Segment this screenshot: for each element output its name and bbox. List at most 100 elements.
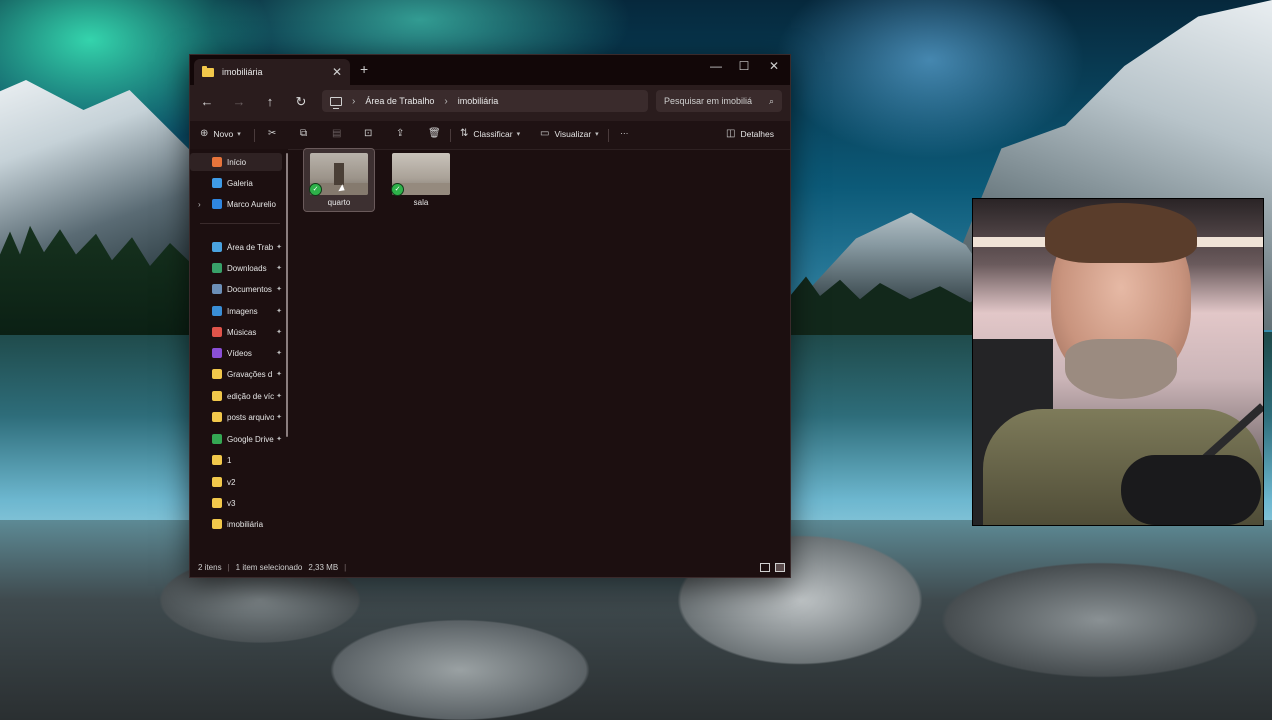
file-explorer-window: imobiliária ✕ + — ☐ ✕ ← → ↑ ↻ › Área de …	[189, 54, 791, 578]
share-icon[interactable]: ⇪	[396, 128, 409, 139]
sidebar-item-label: 1	[227, 455, 232, 465]
sidebar-item-label: posts arquivo	[227, 412, 275, 422]
toolbar-divider	[254, 129, 255, 142]
computer-icon	[330, 96, 342, 109]
file-item-sala[interactable]: ✓ sala	[386, 149, 456, 211]
breadcrumb-desktop[interactable]: Área de Trabalho	[365, 96, 434, 106]
new-button[interactable]: ⊕ Novo ▾	[200, 128, 241, 139]
sidebar-item-label: imobiliária	[227, 519, 264, 529]
file-name: quarto	[327, 198, 351, 207]
view-label: Visualizar	[554, 128, 592, 139]
sidebar-item-label: v2	[227, 477, 236, 487]
folder-icon	[212, 519, 222, 529]
sidebar-item[interactable]: Google Drive ✦	[190, 430, 282, 448]
close-window-button[interactable]: ✕	[764, 59, 784, 73]
sidebar-item[interactable]: posts arquivo ✦	[190, 408, 282, 426]
back-button[interactable]: ←	[198, 94, 216, 109]
file-list: ✓ quarto ✓ sala	[294, 148, 788, 557]
more-options-button[interactable]: ···	[620, 128, 629, 138]
up-button[interactable]: ↑	[261, 94, 279, 109]
sort-icon: ⇅	[460, 128, 469, 139]
view-icon: ▭	[540, 128, 550, 139]
sidebar-item-label: Galeria	[227, 178, 253, 188]
sidebar-item-label: Imagens	[227, 306, 258, 316]
microphone	[1121, 455, 1261, 525]
folder-icon	[202, 65, 214, 77]
large-icons-view-icon[interactable]	[775, 563, 785, 572]
forward-button[interactable]: →	[230, 94, 248, 109]
folder-icon	[212, 455, 222, 465]
new-tab-button[interactable]: +	[360, 61, 368, 77]
details-pane-button[interactable]: ◫ Detalhes	[726, 128, 774, 139]
file-item-quarto[interactable]: ✓ quarto	[303, 148, 375, 212]
sidebar-item-label: Downloads	[227, 263, 267, 273]
sidebar-item-label: v3	[227, 498, 236, 508]
sidebar-item[interactable]: imobiliária	[190, 515, 282, 533]
status-bar: 2 itens | 1 item selecionado 2,33 MB |	[190, 557, 790, 577]
sidebar-item[interactable]: Músicas ✦	[190, 323, 282, 341]
pin-icon: ✦	[276, 286, 282, 293]
sidebar-item[interactable]: v2	[190, 473, 282, 491]
folder-icon	[212, 242, 222, 252]
sidebar-divider	[200, 223, 280, 224]
sidebar-item[interactable]: 1	[190, 451, 282, 469]
new-label: Novo	[213, 128, 234, 139]
chevron-right-icon[interactable]: ›	[198, 200, 201, 209]
selection-size: 2,33 MB	[308, 562, 339, 572]
pin-icon: ✦	[276, 350, 282, 357]
paste-icon[interactable]: ▤	[332, 128, 346, 139]
rename-icon[interactable]: ⊡	[364, 128, 377, 139]
breadcrumb-imobiliaria[interactable]: imobiliária	[458, 96, 499, 106]
folder-icon	[212, 284, 222, 294]
title-bar[interactable]: imobiliária ✕ + — ☐ ✕	[190, 55, 790, 85]
tab-close-icon[interactable]: ✕	[332, 65, 342, 79]
address-bar[interactable]: › Área de Trabalho › imobiliária	[322, 90, 648, 112]
chevron-down-icon: ▾	[595, 130, 599, 138]
sidebar-scrollbar[interactable]	[286, 153, 288, 437]
folder-icon	[212, 348, 222, 358]
file-name: sala	[413, 198, 429, 207]
delete-icon[interactable]: 🗑	[428, 128, 446, 139]
sort-button[interactable]: ⇅ Classificar ▾	[460, 128, 520, 139]
selection-count: 1 item selecionado	[235, 562, 303, 572]
item-count: 2 itens	[198, 562, 222, 572]
sidebar-item[interactable]: Início	[190, 153, 282, 171]
sidebar-item[interactable]: Documentos ✦	[190, 280, 282, 298]
maximize-button[interactable]: ☐	[734, 59, 754, 73]
copy-icon[interactable]: ⧉	[300, 128, 312, 139]
folder-icon	[212, 369, 222, 379]
sidebar-item-label: edição de víc	[227, 391, 275, 401]
sidebar-item[interactable]: Área de Trab ✦	[190, 238, 282, 256]
sidebar-item[interactable]: Gravações d ✦	[190, 365, 282, 383]
pin-icon: ✦	[276, 436, 282, 443]
tab-title: imobiliária	[222, 67, 263, 77]
sidebar-item-label: Gravações d	[227, 369, 273, 379]
search-icon: ⌕	[768, 95, 774, 106]
sidebar-item[interactable]: › Marco Aurelio	[190, 195, 282, 213]
toolbar-divider	[450, 129, 451, 142]
folder-icon	[212, 263, 222, 273]
plus-circle-icon: ⊕	[200, 128, 209, 139]
folder-icon	[212, 498, 222, 508]
search-box[interactable]: Pesquisar em imobiliá ⌕	[656, 90, 782, 112]
pin-icon: ✦	[276, 371, 282, 378]
tab-imobiliaria[interactable]: imobiliária ✕	[194, 59, 350, 85]
cut-icon[interactable]: ✂	[268, 128, 281, 139]
sidebar-item[interactable]: edição de víc ✦	[190, 387, 282, 405]
breadcrumb-chevron-icon: ›	[352, 95, 356, 107]
sidebar-item[interactable]: Galeria	[190, 174, 282, 192]
details-view-icon[interactable]	[760, 563, 770, 572]
minimize-button[interactable]: —	[706, 59, 726, 73]
folder-icon	[212, 178, 222, 188]
search-input[interactable]: Pesquisar em imobiliá	[664, 96, 769, 106]
sidebar-item[interactable]: Downloads ✦	[190, 259, 282, 277]
sidebar-item[interactable]: v3	[190, 494, 282, 512]
sidebar-item[interactable]: Imagens ✦	[190, 302, 282, 320]
sidebar-item-label: Vídeos	[227, 348, 252, 358]
refresh-button[interactable]: ↻	[292, 94, 310, 110]
view-button[interactable]: ▭ Visualizar ▾	[540, 128, 599, 139]
sidebar-item[interactable]: Vídeos ✦	[190, 344, 282, 362]
navigation-pane: Início Galeria › Marco Aurelio Área de Trab ✦…	[190, 149, 288, 557]
chevron-down-icon: ▾	[516, 130, 521, 138]
details-pane-icon: ◫	[726, 128, 736, 139]
